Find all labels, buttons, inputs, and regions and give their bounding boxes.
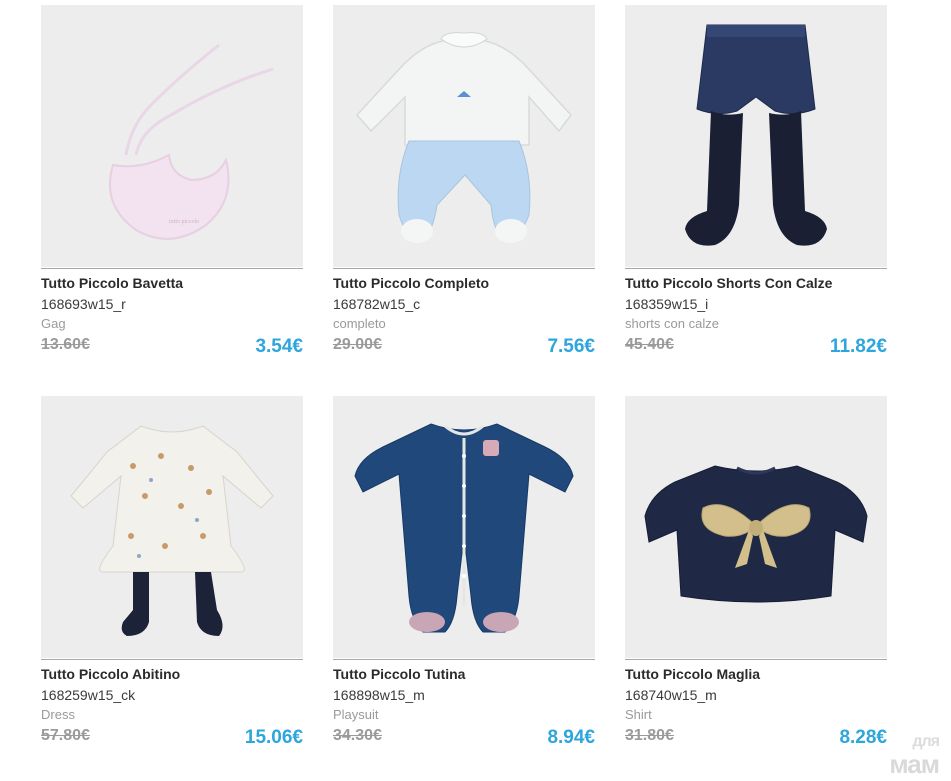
product-card[interactable]: Tutto Piccolo Abitino 168259w15_ck Dress… [41, 396, 303, 768]
product-card[interactable]: Tutto Piccolo Maglia 168740w15_m Shirt 3… [625, 396, 887, 768]
shorts-with-tights-image[interactable] [625, 5, 887, 267]
product-name[interactable]: Tutto Piccolo Shorts Con Calze [625, 275, 832, 291]
old-price: 34.30€ [333, 727, 382, 744]
product-name[interactable]: Tutto Piccolo Tutina [333, 666, 465, 682]
product-sku: 168782w15_c [333, 296, 421, 312]
sale-price: 7.56€ [547, 336, 595, 357]
product-category: Shirt [625, 707, 652, 722]
sale-price: 11.82€ [829, 336, 887, 357]
divider [625, 659, 887, 660]
old-price: 57.80€ [41, 727, 90, 744]
bib-image[interactable]: tutto piccolo [41, 5, 303, 267]
svg-text:tutto piccolo: tutto piccolo [169, 219, 199, 225]
divider [333, 268, 595, 269]
product-name[interactable]: Tutto Piccolo Bavetta [41, 275, 183, 291]
sale-price: 8.28€ [839, 727, 887, 748]
product-sku: 168693w15_r [41, 296, 126, 312]
divider [41, 268, 303, 269]
product-name[interactable]: Tutto Piccolo Abitino [41, 666, 180, 682]
product-name[interactable]: Tutto Piccolo Completo [333, 275, 489, 291]
product-category: Dress [41, 707, 75, 722]
divider [333, 659, 595, 660]
product-name[interactable]: Tutto Piccolo Maglia [625, 666, 760, 682]
old-price: 45.40€ [625, 336, 674, 353]
product-category: completo [333, 316, 386, 331]
product-sku: 168740w15_m [625, 687, 717, 703]
playsuit-image[interactable] [333, 396, 595, 658]
sale-price: 15.06€ [244, 727, 303, 748]
product-sku: 168259w15_ck [41, 687, 136, 703]
divider [625, 268, 887, 269]
product-card[interactable]: Tutto Piccolo Tutina 168898w15_m Playsui… [333, 396, 595, 768]
floral-dress-image[interactable] [41, 396, 303, 658]
product-category: Gag [41, 316, 66, 331]
product-sku: 168898w15_m [333, 687, 425, 703]
product-card[interactable]: Tutto Piccolo Completo 168782w15_c compl… [333, 5, 595, 377]
old-price: 31.80€ [625, 727, 674, 744]
divider [41, 659, 303, 660]
sale-price: 8.94€ [547, 727, 595, 748]
product-card[interactable]: Tutto Piccolo Shorts Con Calze 168359w15… [625, 5, 887, 377]
product-sku: 168359w15_i [625, 296, 709, 312]
product-grid: tutto piccolo Tutto Piccolo Bavetta 1686… [41, 5, 887, 781]
outfit-set-image[interactable] [333, 5, 595, 267]
old-price: 29.00€ [333, 336, 382, 353]
sale-price: 3.54€ [255, 336, 303, 357]
product-category: Playsuit [333, 707, 379, 722]
watermark-line2: мам [889, 749, 940, 779]
site-watermark: для мам [889, 731, 940, 777]
product-card[interactable]: tutto piccolo Tutto Piccolo Bavetta 1686… [41, 5, 303, 377]
old-price: 13.60€ [41, 336, 90, 353]
sweater-bow-image[interactable] [625, 396, 887, 658]
product-category: shorts con calze [625, 316, 719, 331]
